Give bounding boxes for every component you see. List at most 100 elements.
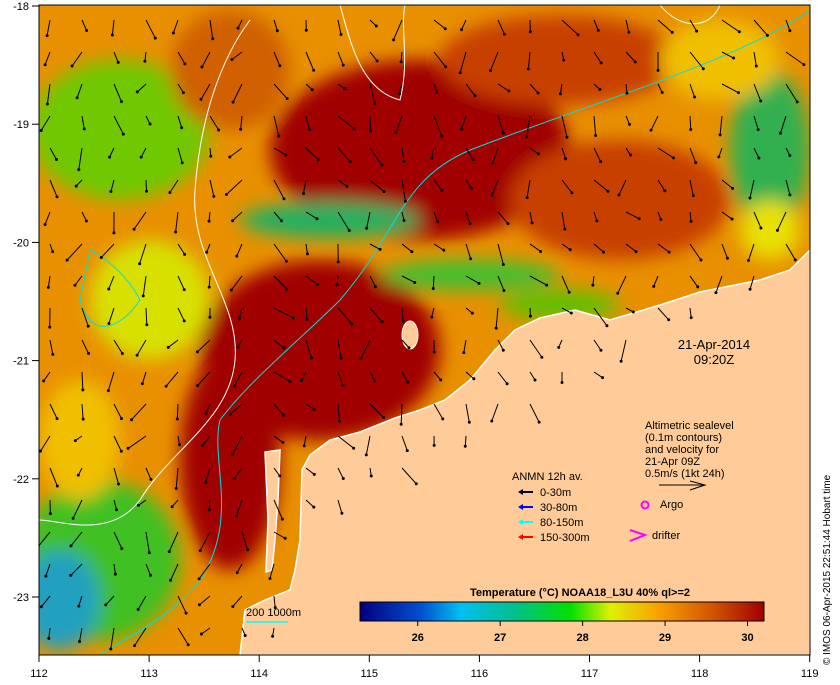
velocity-arrowhead bbox=[310, 356, 313, 359]
velocity-arrowhead bbox=[657, 69, 660, 72]
velocity-arrowhead bbox=[200, 633, 203, 636]
velocity-arrowhead bbox=[400, 60, 403, 63]
velocity-arrowhead bbox=[136, 90, 139, 93]
velocity-arrowhead bbox=[748, 196, 751, 199]
anmn-legend-label: 150-300m bbox=[540, 532, 590, 544]
velocity-arrowhead bbox=[380, 320, 383, 323]
velocity-arrowhead bbox=[353, 127, 356, 130]
velocity-arrowhead bbox=[72, 517, 75, 520]
velocity-arrowhead bbox=[107, 389, 110, 392]
velocity-arrowhead bbox=[440, 189, 443, 192]
velocity-arrowhead bbox=[69, 574, 72, 577]
velocity-arrowhead bbox=[526, 196, 529, 199]
lon-tick-label: 112 bbox=[30, 668, 48, 680]
velocity-arrowhead bbox=[208, 286, 211, 289]
velocity-arrowhead bbox=[246, 548, 249, 551]
velocity-arrowhead bbox=[228, 156, 231, 159]
lat-tick-label: -19 bbox=[13, 119, 29, 131]
velocity-arrowhead bbox=[66, 259, 69, 262]
velocity-arrowhead bbox=[284, 537, 287, 540]
velocity-arrowhead bbox=[302, 192, 305, 195]
velocity-arrowhead bbox=[48, 326, 51, 329]
velocity-arrowhead bbox=[208, 316, 211, 319]
velocity-arrowhead bbox=[606, 190, 609, 193]
velocity-arrowhead bbox=[602, 251, 605, 254]
velocity-arrowhead bbox=[121, 352, 124, 355]
velocity-arrowhead bbox=[229, 413, 232, 416]
velocity-arrowhead bbox=[538, 421, 541, 424]
velocity-arrowhead bbox=[627, 31, 630, 34]
velocity-arrowhead bbox=[788, 29, 791, 32]
velocity-arrowhead bbox=[303, 444, 306, 447]
velocity-arrowhead bbox=[278, 64, 281, 67]
velocity-arrowhead bbox=[282, 197, 285, 200]
velocity-arrowhead bbox=[117, 483, 120, 486]
lat-tick-label: -18 bbox=[13, 1, 29, 13]
velocity-arrowhead bbox=[472, 158, 475, 161]
svg-text:drifter: drifter bbox=[652, 530, 680, 542]
velocity-arrowhead bbox=[235, 255, 238, 258]
velocity-arrowhead bbox=[540, 356, 543, 359]
sst-field bbox=[20, 5, 810, 655]
velocity-arrowhead bbox=[350, 323, 353, 326]
velocity-arrowhead bbox=[559, 92, 562, 95]
velocity-arrowhead bbox=[598, 88, 601, 91]
velocity-arrowhead bbox=[183, 62, 186, 65]
velocity-arrowhead bbox=[650, 129, 653, 132]
velocity-arrowhead bbox=[40, 605, 43, 608]
time-label: 09:20Z bbox=[694, 352, 735, 367]
velocity-arrowhead bbox=[71, 65, 74, 68]
velocity-arrowhead bbox=[198, 603, 201, 606]
velocity-arrowhead bbox=[374, 285, 377, 288]
velocity-arrowhead bbox=[531, 221, 534, 224]
velocity-arrowhead bbox=[313, 473, 316, 476]
velocity-arrowhead bbox=[570, 191, 573, 194]
velocity-arrowhead bbox=[749, 288, 752, 291]
velocity-arrowhead bbox=[444, 65, 447, 68]
lon-tick-label: 115 bbox=[361, 668, 379, 680]
velocity-arrowhead bbox=[373, 379, 376, 382]
velocity-arrowhead bbox=[285, 260, 288, 263]
velocity-arrowhead bbox=[759, 100, 762, 103]
velocity-arrowhead bbox=[392, 38, 395, 41]
velocity-arrowhead bbox=[276, 29, 279, 32]
velocity-arrowhead bbox=[183, 288, 186, 291]
date-label: 21-Apr-2014 bbox=[678, 337, 750, 352]
velocity-arrowhead bbox=[439, 378, 442, 381]
velocity-arrowhead bbox=[731, 218, 734, 221]
colorbar-tick-label: 29 bbox=[659, 632, 671, 644]
velocity-arrowhead bbox=[230, 289, 233, 292]
velocity-arrowhead bbox=[137, 608, 140, 611]
velocity-arrowhead bbox=[430, 316, 433, 319]
velocity-arrowhead bbox=[376, 59, 379, 62]
velocity-arrowhead bbox=[672, 156, 675, 159]
velocity-arrowhead bbox=[779, 132, 782, 135]
velocity-arrowhead bbox=[142, 294, 145, 297]
velocity-arrowhead bbox=[313, 408, 316, 411]
anmn-legend-label: 30-80m bbox=[540, 502, 577, 514]
velocity-arrowhead bbox=[605, 324, 608, 327]
velocity-arrowhead bbox=[533, 379, 536, 382]
velocity-arrowhead bbox=[306, 318, 309, 321]
velocity-arrowhead bbox=[208, 220, 211, 223]
velocity-arrowhead bbox=[459, 71, 462, 74]
velocity-arrowhead bbox=[225, 193, 228, 196]
velocity-arrowhead bbox=[235, 515, 238, 518]
velocity-arrowhead bbox=[766, 34, 769, 37]
velocity-arrowhead bbox=[714, 291, 717, 294]
velocity-arrowhead bbox=[413, 281, 416, 284]
velocity-arrowhead bbox=[694, 161, 697, 164]
velocity-arrowhead bbox=[433, 444, 436, 447]
velocity-arrowhead bbox=[205, 251, 208, 254]
velocity-arrowhead bbox=[373, 102, 376, 105]
velocity-arrowhead bbox=[338, 420, 341, 423]
velocity-arrowhead bbox=[122, 133, 125, 136]
velocity-arrowhead bbox=[491, 162, 494, 165]
velocity-arrowhead bbox=[430, 157, 433, 160]
velocity-arrowhead bbox=[281, 441, 284, 444]
velocity-arrowhead bbox=[594, 134, 597, 137]
lon-tick-label: 119 bbox=[801, 668, 819, 680]
svg-text:200 1000m: 200 1000m bbox=[246, 607, 301, 619]
velocity-arrowhead bbox=[231, 605, 234, 608]
velocity-arrowhead bbox=[464, 445, 467, 448]
